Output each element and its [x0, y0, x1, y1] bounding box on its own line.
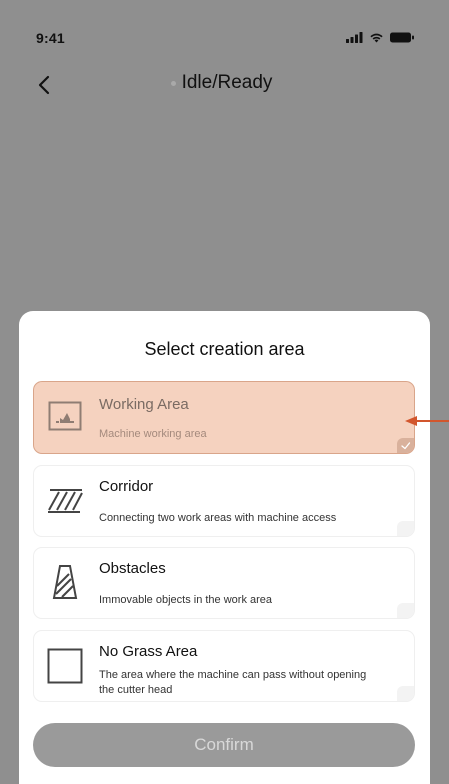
wifi-icon	[370, 33, 383, 43]
option-description: Connecting two work areas with machine a…	[99, 512, 337, 524]
battery-icon	[390, 32, 414, 43]
option-title: Corridor	[99, 478, 154, 495]
obstacle-icon	[45, 562, 85, 602]
option-title: Obstacles	[99, 560, 166, 577]
option-description: Immovable objects in the work area	[99, 594, 273, 606]
working-area-icon	[45, 396, 85, 436]
status-icons	[346, 32, 415, 43]
option-working-area[interactable]: Working Area Machine working area	[33, 381, 415, 454]
option-description: The area where the machine can pass with…	[99, 669, 367, 696]
option-title: No Grass Area	[99, 643, 198, 660]
corridor-icon	[45, 481, 85, 521]
no-grass-area-icon	[45, 646, 85, 686]
option-title: Working Area	[99, 396, 189, 413]
signal-icon	[346, 32, 363, 43]
status-bar: 9:41	[0, 0, 449, 70]
status-dot	[170, 80, 176, 86]
checkmark-icon	[397, 438, 414, 453]
nav-bar: Idle/Ready	[0, 68, 449, 104]
unchecked-indicator	[397, 521, 414, 536]
confirm-button[interactable]: Confirm	[33, 723, 415, 767]
page-title: Idle/Ready	[181, 72, 273, 93]
option-description: Machine working area	[99, 428, 207, 440]
bottom-sheet: Select creation area Working Area Machin…	[19, 311, 430, 784]
option-no-grass-area[interactable]: No Grass Area The area where the machine…	[33, 630, 415, 702]
unchecked-indicator	[397, 686, 414, 701]
option-obstacles[interactable]: Obstacles Immovable objects in the work …	[33, 547, 415, 619]
option-corridor[interactable]: Corridor Connecting two work areas with …	[33, 465, 415, 537]
phone-screen: 9:41 Idle/Ready Select creation area Wor…	[0, 0, 449, 784]
status-time: 9:41	[36, 30, 65, 46]
sheet-title: Select creation area	[144, 339, 305, 359]
nav-title-wrap: Idle/Ready	[0, 72, 449, 94]
unchecked-indicator	[397, 603, 414, 618]
annotation-arrow-icon	[405, 416, 449, 426]
